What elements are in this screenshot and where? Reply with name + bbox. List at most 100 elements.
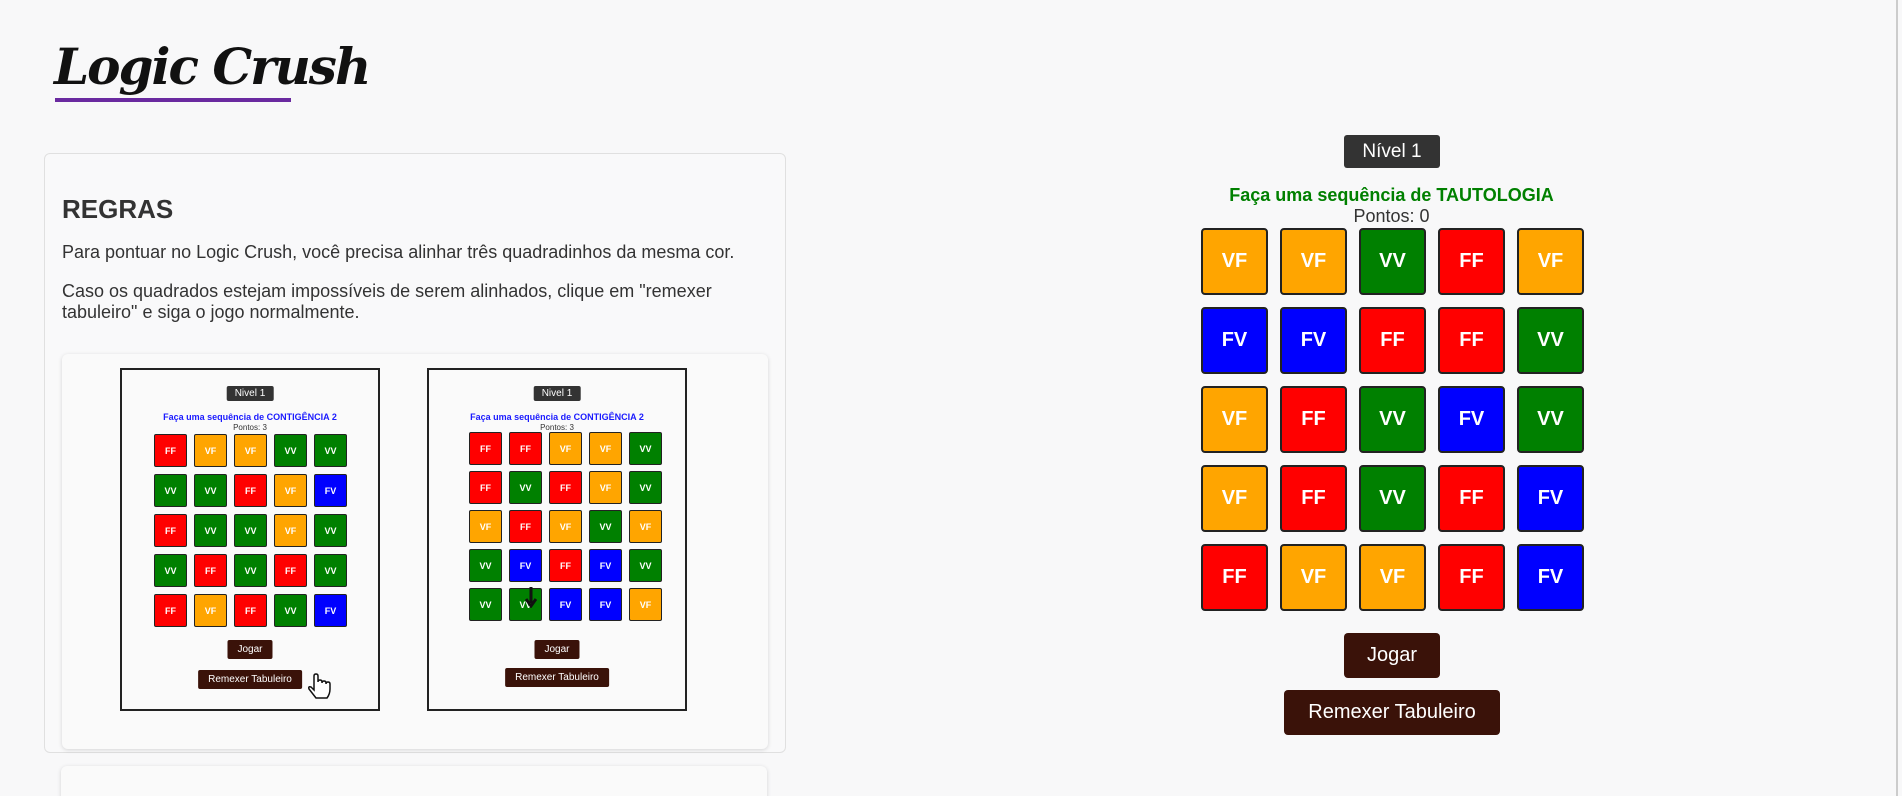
example-tile-vf: VF <box>234 434 267 467</box>
play-button[interactable]: Jogar <box>1344 633 1440 678</box>
example-goal: Faça uma sequência de CONTIGÊNCIA 2 <box>163 412 337 422</box>
example-image-2: Nivel 1 Faça uma sequência de CONTIGÊNCI… <box>427 368 687 711</box>
tile-fv[interactable]: FV <box>1438 386 1505 453</box>
rules-paragraph-2: Caso os quadrados estejam impossíveis de… <box>62 281 712 322</box>
example-board: FF VF VF VV VV VV VV FF VF FV FF VV VV VF VV VV FF VV FF VV… <box>154 434 347 627</box>
example-tile-vv: VV <box>314 554 347 587</box>
example-tile-vv: VV <box>154 474 187 507</box>
example-tile-vv: VV <box>274 594 307 627</box>
example-goal: Faça uma sequência de CONTIGÊNCIA 2 <box>470 412 644 422</box>
tile-ff[interactable]: FF <box>1359 307 1426 374</box>
scrollbar[interactable] <box>1896 0 1898 796</box>
example-tile-vv: VV <box>274 434 307 467</box>
tile-vv[interactable]: VV <box>1359 386 1426 453</box>
example-play-button: Jogar <box>227 640 273 659</box>
example-tile-ff: FF <box>234 594 267 627</box>
example-card: Nivel 1 Faça uma sequência de CONTIGÊNCI… <box>62 354 768 749</box>
example-tile-vf: VF <box>589 432 622 465</box>
shuffle-board-button[interactable]: Remexer Tabuleiro <box>1284 690 1500 735</box>
logo-underline <box>55 98 291 102</box>
example-tile-vv: VV <box>629 432 662 465</box>
rules-title: REGRAS <box>62 194 174 224</box>
pointer-hand-icon <box>308 673 331 699</box>
tile-fv[interactable]: FV <box>1201 307 1268 374</box>
example-tile-vf: VF <box>549 432 582 465</box>
example-tile-vv: VV <box>509 471 542 504</box>
example-tile-fv: FV <box>314 474 347 507</box>
example-tile-ff: FF <box>469 471 502 504</box>
example-level-badge: Nivel 1 <box>533 386 581 401</box>
example-tile-vf: VF <box>469 510 502 543</box>
score-text: Pontos: 0 <box>1353 206 1430 226</box>
example-tile-fv: FV <box>314 594 347 627</box>
tile-vv[interactable]: VV <box>1359 465 1426 532</box>
tile-vf[interactable]: VF <box>1280 544 1347 611</box>
example-tile-vv: VV <box>154 554 187 587</box>
example-tile-vf: VF <box>194 434 227 467</box>
tile-vv[interactable]: VV <box>1359 228 1426 295</box>
rules-paragraph-1: Para pontuar no Logic Crush, você precis… <box>62 242 735 262</box>
example-play-button: Jogar <box>534 640 580 659</box>
example-tile-vv: VV <box>629 549 662 582</box>
example-tile-ff: FF <box>154 594 187 627</box>
example-tile-ff: FF <box>154 514 187 547</box>
example-tile-vf: VF <box>629 510 662 543</box>
level-badge: Nível 1 <box>1344 135 1440 168</box>
tile-vf[interactable]: VF <box>1517 228 1584 295</box>
example-tile-vf: VF <box>274 514 307 547</box>
example-tile-ff: FF <box>234 474 267 507</box>
example-score: Pontos: 3 <box>233 423 267 432</box>
game-board: VF VF VV FF VF FV FV FF FF VV VF FF VV FV VV VF FF VV FF FV… <box>1201 228 1584 611</box>
example-tile-vf: VF <box>589 471 622 504</box>
example-shuffle-button: Remexer Tabuleiro <box>198 670 302 689</box>
example-tile-ff: FF <box>154 434 187 467</box>
example-tile-vv: VV <box>589 510 622 543</box>
tile-ff[interactable]: FF <box>1438 228 1505 295</box>
tile-fv[interactable]: FV <box>1280 307 1347 374</box>
tile-fv[interactable]: FV <box>1517 544 1584 611</box>
example-tile-ff: FF <box>194 554 227 587</box>
example-tile-vv: VV <box>469 588 502 621</box>
example-tile-fv: FV <box>589 588 622 621</box>
example-tile-ff: FF <box>509 432 542 465</box>
tile-fv[interactable]: FV <box>1517 465 1584 532</box>
example-tile-vf: VF <box>629 588 662 621</box>
tile-ff[interactable]: FF <box>1280 386 1347 453</box>
tile-ff[interactable]: FF <box>1438 307 1505 374</box>
example-tile-fv: FV <box>509 549 542 582</box>
tile-ff[interactable]: FF <box>1438 465 1505 532</box>
example-tile-vf: VF <box>274 474 307 507</box>
example-tile-vv: VV <box>629 471 662 504</box>
example-board: FF FF VF VF VV FF VV FF VF VV VF FF VF VV VF VV FV FF FV VV… <box>469 432 662 621</box>
arrow-down-icon <box>525 587 537 608</box>
example-tile-fv: FV <box>589 549 622 582</box>
rules-card-2 <box>61 766 767 796</box>
example-score: Pontos: 3 <box>540 423 574 432</box>
example-tile-vv: VV <box>194 514 227 547</box>
example-tile-vf: VF <box>194 594 227 627</box>
rules-panel: REGRAS Para pontuar no Logic Crush, você… <box>44 153 786 753</box>
tile-vf[interactable]: VF <box>1201 228 1268 295</box>
example-level-badge: Nivel 1 <box>226 386 274 401</box>
tile-ff[interactable]: FF <box>1201 544 1268 611</box>
tile-vf[interactable]: VF <box>1359 544 1426 611</box>
example-tile-ff: FF <box>549 471 582 504</box>
tile-vf[interactable]: VF <box>1201 386 1268 453</box>
tile-vv[interactable]: VV <box>1517 307 1584 374</box>
tile-ff[interactable]: FF <box>1280 465 1347 532</box>
example-tile-ff: FF <box>549 549 582 582</box>
example-tile-vv: VV <box>314 514 347 547</box>
tile-vv[interactable]: VV <box>1517 386 1584 453</box>
tile-vf[interactable]: VF <box>1201 465 1268 532</box>
example-tile-vv: VV <box>234 554 267 587</box>
tile-vf[interactable]: VF <box>1280 228 1347 295</box>
goal-text: Faça uma sequência de TAUTOLOGIA <box>1229 185 1554 205</box>
example-tile-ff: FF <box>274 554 307 587</box>
example-tile-vv: VV <box>234 514 267 547</box>
example-tile-fv: FV <box>549 588 582 621</box>
example-image-1: Nivel 1 Faça uma sequência de CONTIGÊNCI… <box>120 368 380 711</box>
example-tile-vf: VF <box>549 510 582 543</box>
example-shuffle-button: Remexer Tabuleiro <box>505 668 609 687</box>
tile-ff[interactable]: FF <box>1438 544 1505 611</box>
logo: Logic Crush <box>54 37 371 96</box>
